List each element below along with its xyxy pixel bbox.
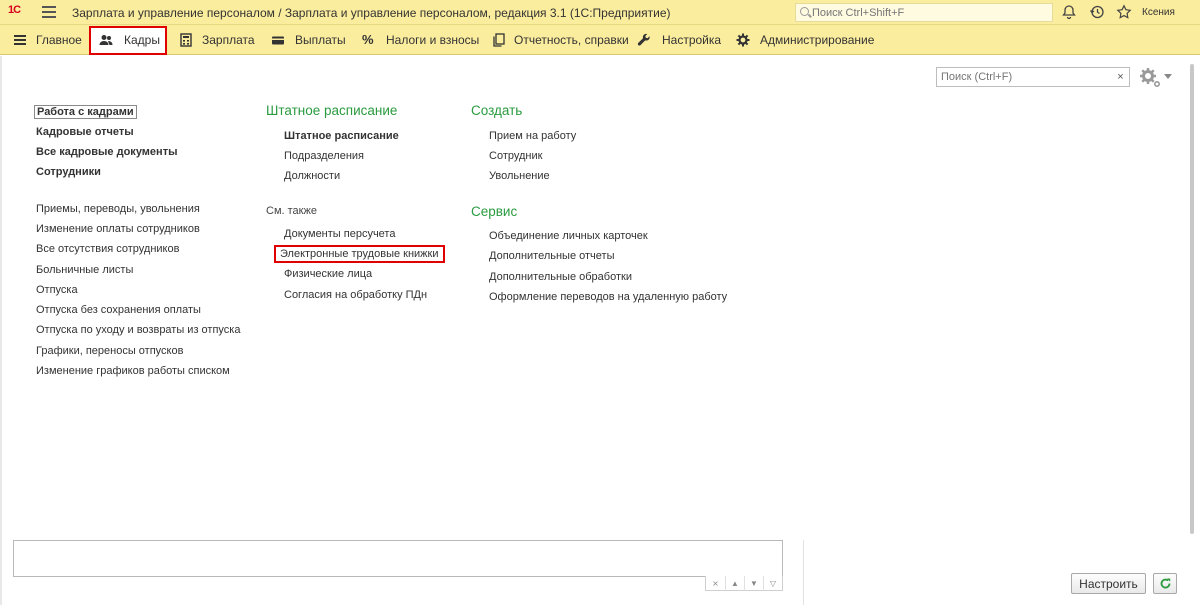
see-also-title: См. также xyxy=(266,205,317,217)
link-merge-cards[interactable]: Объединение личных карточек xyxy=(489,230,648,242)
calculator-icon xyxy=(180,33,192,47)
global-search[interactable] xyxy=(795,3,1053,22)
search-icon xyxy=(800,7,809,16)
link-employees[interactable]: Сотрудники xyxy=(36,166,101,178)
messages-nav-bar: ⨯ ▲ ▼ ▽ xyxy=(705,576,783,591)
link-additional-processing[interactable]: Дополнительные обработки xyxy=(489,271,632,283)
messages-area[interactable] xyxy=(13,540,783,577)
panel-search-input[interactable] xyxy=(937,68,1112,86)
wallet-icon xyxy=(272,36,284,45)
link-vacation-schedules[interactable]: Графики, переносы отпусков xyxy=(36,345,183,357)
link-pd-consents[interactable]: Согласия на обработку ПДн xyxy=(284,289,427,301)
gear-dropdown-arrow-icon[interactable] xyxy=(1164,74,1172,79)
bell-icon[interactable] xyxy=(1061,4,1077,20)
refresh-button[interactable] xyxy=(1153,573,1177,594)
panel-search[interactable] xyxy=(936,67,1113,87)
link-all-hr-documents[interactable]: Все кадровые документы xyxy=(36,146,177,158)
link-individuals[interactable]: Физические лица xyxy=(284,268,372,280)
link-create-hire[interactable]: Прием на работу xyxy=(489,130,576,142)
group-staffing-title: Штатное расписание xyxy=(266,103,398,118)
section-salary[interactable]: Зарплата xyxy=(179,25,255,55)
section-main-label: Главное xyxy=(36,33,82,47)
app-logo[interactable]: 1С xyxy=(8,4,21,20)
list-icon xyxy=(14,35,26,45)
main-menu-icon[interactable] xyxy=(42,6,56,18)
gear-icon xyxy=(736,33,750,47)
down-arrow-icon[interactable]: ▼ xyxy=(744,576,763,591)
refresh-icon xyxy=(1160,578,1171,589)
panel-settings-gear-icon[interactable] xyxy=(1138,67,1162,89)
section-reports[interactable]: Отчетность, справки xyxy=(492,25,629,55)
section-reports-label: Отчетность, справки xyxy=(514,33,629,47)
wrench-icon xyxy=(637,33,650,46)
section-taxes-label: Налоги и взносы xyxy=(386,33,480,47)
title-bar: 1С Зарплата и управление персоналом / За… xyxy=(0,0,1200,25)
group-service-title: Сервис xyxy=(471,204,518,219)
link-remote-transfers[interactable]: Оформление переводов на удаленную работу xyxy=(489,291,727,303)
link-salary-changes[interactable]: Изменение оплаты сотрудников xyxy=(36,223,200,235)
link-vacations[interactable]: Отпуска xyxy=(36,284,78,296)
link-sick-leaves[interactable]: Больничные листы xyxy=(36,264,133,276)
section-admin-label: Администрирование xyxy=(760,33,875,47)
link-positions[interactable]: Должности xyxy=(284,170,340,182)
collapse-icon[interactable]: ⨯ xyxy=(706,576,725,591)
percent-icon: % xyxy=(362,32,374,47)
vertical-scrollbar[interactable] xyxy=(1189,64,1195,534)
global-search-input[interactable] xyxy=(796,4,1052,21)
link-create-employee[interactable]: Сотрудник xyxy=(489,150,542,162)
link-hr-work[interactable]: Работа с кадрами xyxy=(34,105,137,119)
up-arrow-icon[interactable]: ▲ xyxy=(725,576,744,591)
link-electronic-work-books[interactable]: Электронные трудовые книжки xyxy=(274,245,445,263)
link-hires-transfers[interactable]: Приемы, переводы, увольнения xyxy=(36,203,200,215)
section-salary-label: Зарплата xyxy=(202,33,255,47)
section-settings[interactable]: Настройка xyxy=(637,25,722,55)
link-additional-reports[interactable]: Дополнительные отчеты xyxy=(489,250,614,262)
link-departments[interactable]: Подразделения xyxy=(284,150,364,162)
section-taxes[interactable]: % Налоги и взносы xyxy=(362,25,480,55)
star-icon[interactable] xyxy=(1116,4,1132,20)
link-hr-reports[interactable]: Кадровые отчеты xyxy=(36,126,134,138)
section-hr-label: Кадры xyxy=(124,33,160,47)
link-work-schedule-changes[interactable]: Изменение графиков работы списком xyxy=(36,365,230,377)
app-title: Зарплата и управление персоналом / Зарпл… xyxy=(72,6,671,20)
section-settings-label: Настройка xyxy=(662,33,722,47)
section-admin[interactable]: Администрирование xyxy=(736,25,874,55)
scrollbar-thumb[interactable] xyxy=(1190,64,1194,534)
link-all-absences[interactable]: Все отсутствия сотрудников xyxy=(36,243,179,255)
documents-icon xyxy=(493,33,505,47)
section-payments-label: Выплаты xyxy=(295,33,346,47)
people-icon xyxy=(99,35,113,45)
link-parental-leaves[interactable]: Отпуска по уходу и возвраты из отпуска xyxy=(36,324,240,336)
group-create-title: Создать xyxy=(471,103,523,118)
section-main[interactable]: Главное xyxy=(13,25,83,55)
expand-icon[interactable]: ▽ xyxy=(763,576,782,591)
user-name[interactable]: Ксения xyxy=(1142,7,1175,18)
section-hr[interactable]: Кадры xyxy=(99,25,161,55)
link-create-dismissal[interactable]: Увольнение xyxy=(489,170,550,182)
bottom-divider xyxy=(803,540,804,605)
history-icon[interactable] xyxy=(1089,4,1105,20)
section-payments[interactable]: Выплаты xyxy=(271,25,346,55)
link-personnel-accounting-docs[interactable]: Документы персучета xyxy=(284,228,395,240)
logo-text: 1С xyxy=(8,4,21,16)
link-staffing[interactable]: Штатное расписание xyxy=(284,130,399,142)
link-unpaid-vacations[interactable]: Отпуска без сохранения оплаты xyxy=(36,304,201,316)
configure-button[interactable]: Настроить xyxy=(1071,573,1146,594)
panel-search-clear-button[interactable]: × xyxy=(1112,67,1130,87)
frame-left-border xyxy=(0,56,2,605)
